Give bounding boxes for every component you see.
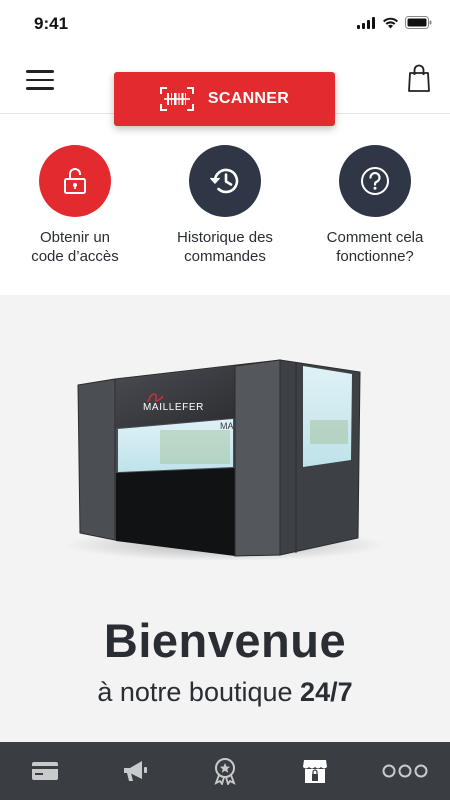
- action-circle: [39, 145, 111, 217]
- action-circle: [339, 145, 411, 217]
- menu-icon[interactable]: [26, 70, 54, 90]
- status-icons: [357, 16, 432, 29]
- nav-item-rewards[interactable]: [180, 742, 270, 800]
- shopping-bag-icon[interactable]: [408, 64, 430, 92]
- kiosk-brand-partial: MA: [220, 421, 234, 431]
- scanner-button[interactable]: SCANNER: [114, 72, 335, 126]
- hero-section: MAILLEFER MA Bienvenue à notre boutique …: [0, 295, 450, 742]
- status-bar: 9:41: [0, 0, 450, 48]
- battery-icon: [405, 16, 432, 29]
- scanner-label: SCANNER: [207, 90, 290, 107]
- kiosk-illustration: MAILLEFER MA: [65, 359, 385, 561]
- question-icon: [361, 167, 389, 195]
- status-time: 9:41: [34, 14, 69, 33]
- action-label: Obtenir un code d’accès: [31, 229, 119, 265]
- card-icon: [32, 762, 58, 780]
- nav-item-card[interactable]: [0, 742, 90, 800]
- signal-icon: [357, 16, 375, 29]
- bottom-nav: [0, 742, 450, 800]
- get-access-code-action[interactable]: Obtenir un code d’accès: [0, 145, 150, 295]
- nav-item-store[interactable]: [270, 742, 360, 800]
- welcome-subtitle-text: à notre boutique: [97, 677, 301, 707]
- barcode-scan-icon: [159, 87, 194, 111]
- action-label: Comment cela fonctionne?: [326, 229, 424, 265]
- quick-actions: Obtenir un code d’accès Historique des c…: [0, 145, 450, 295]
- kiosk-brand: MAILLEFER: [143, 402, 204, 413]
- order-history-action[interactable]: Historique des commandes: [150, 145, 300, 295]
- nav-item-promotions[interactable]: [90, 742, 180, 800]
- unlock-icon: [64, 168, 86, 194]
- action-label: Historique des commandes: [177, 229, 273, 265]
- action-circle: [189, 145, 261, 217]
- wifi-icon: [383, 17, 398, 28]
- award-icon: [214, 758, 236, 785]
- nav-item-more[interactable]: [360, 742, 450, 800]
- welcome-subtitle: à notre boutique 24/7: [0, 677, 450, 708]
- megaphone-icon: [124, 761, 147, 781]
- history-icon: [209, 168, 239, 194]
- welcome-title: Bienvenue: [103, 614, 347, 667]
- welcome-subtitle-bold: 24/7: [300, 677, 353, 707]
- more-icon: [382, 764, 428, 778]
- store-icon: [303, 760, 327, 783]
- how-it-works-action[interactable]: Comment cela fonctionne?: [300, 145, 450, 295]
